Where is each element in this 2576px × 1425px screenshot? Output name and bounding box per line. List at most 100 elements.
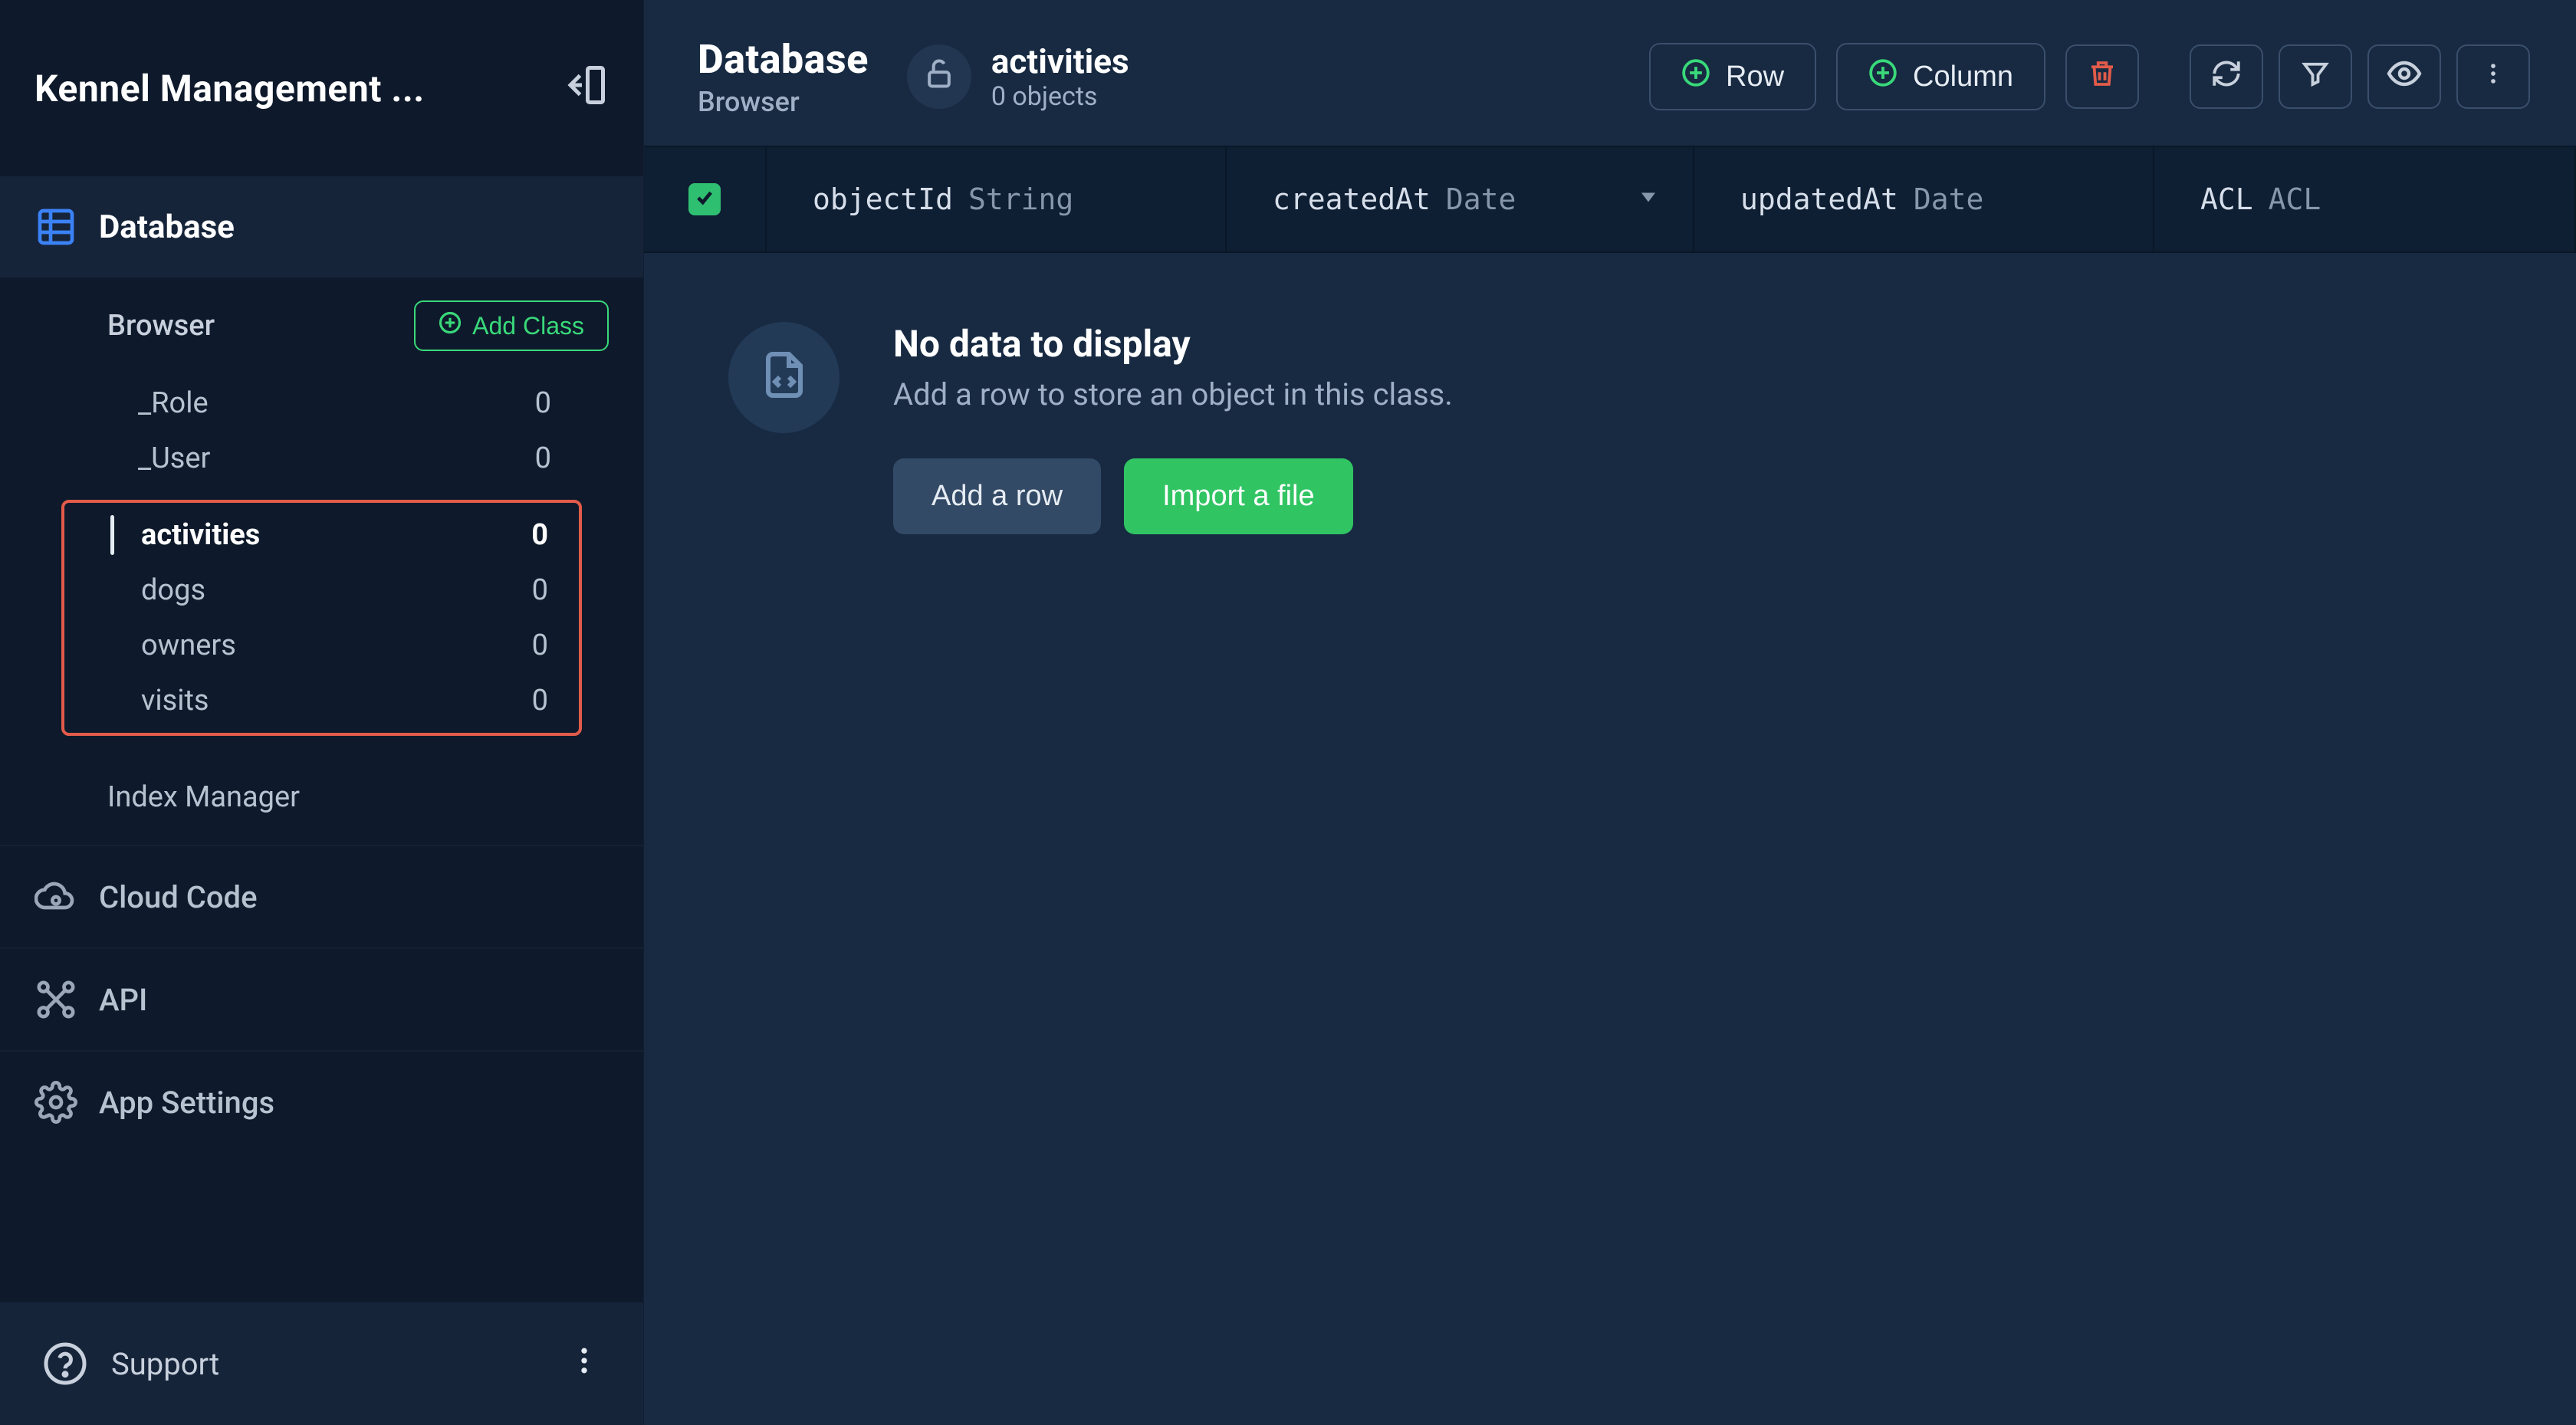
class-count: 0 — [535, 442, 551, 475]
more-vertical-icon — [2480, 57, 2506, 97]
sidebar-item-api[interactable]: API — [0, 949, 643, 1050]
column-type: Date — [1914, 182, 1984, 216]
class-item-activities[interactable]: activities 0 — [64, 507, 579, 563]
eye-icon — [2386, 55, 2423, 98]
support-link[interactable]: Support — [42, 1341, 219, 1387]
index-manager-label: Index Manager — [107, 780, 300, 814]
browser-label[interactable]: Browser — [107, 309, 215, 343]
column-header-updatedat[interactable]: updatedAt Date — [1694, 147, 2154, 251]
class-item-owners[interactable]: owners 0 — [64, 618, 579, 673]
refresh-button[interactable] — [2190, 44, 2263, 109]
main-panel: Database Browser activities 0 objects — [644, 0, 2576, 1425]
add-column-button[interactable]: Column — [1836, 43, 2045, 110]
empty-state-text: No data to display Add a row to store an… — [893, 322, 1453, 534]
empty-state-icon-wrap — [728, 322, 840, 433]
add-column-label: Column — [1913, 61, 2013, 94]
column-name: createdAt — [1273, 182, 1431, 216]
column-type: ACL — [2269, 182, 2321, 216]
column-header-objectid[interactable]: objectId String — [767, 147, 1227, 251]
empty-title: No data to display — [893, 322, 1453, 366]
app-title: Kennel Management ... — [34, 67, 425, 110]
sidebar-item-label: Database — [99, 208, 235, 246]
class-name: owners — [141, 629, 236, 662]
column-name: updatedAt — [1740, 182, 1898, 216]
add-class-label: Add Class — [472, 312, 584, 340]
table-header: objectId String createdAt Date updatedAt… — [644, 146, 2576, 253]
sidebar-header: Kennel Management ... — [0, 0, 643, 176]
class-security-button[interactable] — [907, 44, 971, 109]
empty-import-file-button[interactable]: Import a file — [1124, 458, 1353, 534]
class-name: activities — [141, 518, 260, 552]
column-header-acl[interactable]: ACL ACL — [2154, 147, 2576, 251]
more-vertical-icon — [567, 1354, 601, 1384]
visibility-button[interactable] — [2367, 44, 2441, 109]
page-title: Database — [698, 36, 869, 83]
empty-subtitle: Add a row to store an object in this cla… — [893, 376, 1453, 412]
class-count: 0 — [535, 386, 551, 420]
sidebar-item-label: App Settings — [99, 1085, 274, 1121]
class-item-role[interactable]: _Role 0 — [61, 376, 582, 431]
class-count: 0 — [532, 573, 548, 607]
class-name: visits — [141, 684, 209, 717]
select-all-checkbox[interactable] — [688, 183, 721, 215]
refresh-icon — [2210, 57, 2242, 96]
select-all-cell[interactable] — [644, 147, 767, 251]
sidebar-item-database[interactable]: Database — [0, 176, 643, 277]
sidebar-browser-row: Browser Add Class — [0, 277, 643, 366]
page-subtitle: Browser — [698, 86, 869, 118]
column-header-createdat[interactable]: createdAt Date — [1227, 147, 1694, 251]
class-list-user-highlight: activities 0 dogs 0 owners 0 visits 0 — [61, 500, 582, 736]
sidebar-item-label: Cloud Code — [99, 879, 258, 915]
gear-icon — [34, 1081, 77, 1124]
class-name: _User — [138, 442, 210, 475]
plus-circle-icon — [439, 311, 462, 340]
class-name: _Role — [138, 386, 209, 420]
column-type: Date — [1446, 182, 1516, 216]
class-count: 0 — [531, 518, 548, 552]
class-count: 0 — [532, 684, 548, 717]
add-class-button[interactable]: Add Class — [414, 300, 609, 351]
panel-collapse-icon — [563, 62, 609, 114]
column-name: objectId — [813, 182, 953, 216]
unlock-icon — [922, 57, 956, 97]
sidebar-collapse-button[interactable] — [563, 65, 609, 111]
sidebar-item-label: API — [99, 982, 147, 1018]
plus-circle-icon — [1868, 58, 1898, 95]
topbar-actions: Row Column — [1649, 43, 2530, 110]
plus-circle-icon — [1681, 58, 1710, 95]
file-code-icon — [757, 347, 812, 409]
more-button[interactable] — [2456, 44, 2530, 109]
trash-icon — [2086, 57, 2118, 96]
class-item-user[interactable]: _User 0 — [61, 431, 582, 486]
network-icon — [34, 978, 77, 1021]
empty-add-row-button[interactable]: Add a row — [893, 458, 1101, 534]
sidebar-item-index-manager[interactable]: Index Manager — [0, 750, 643, 845]
delete-button[interactable] — [2065, 44, 2139, 109]
empty-state: No data to display Add a row to store an… — [644, 253, 2576, 603]
class-object-count: 0 objects — [991, 81, 1129, 112]
class-count: 0 — [532, 629, 548, 662]
help-circle-icon — [42, 1341, 88, 1387]
class-chip[interactable]: activities 0 objects — [907, 41, 1129, 112]
cloud-icon — [34, 875, 77, 918]
database-icon — [34, 205, 77, 248]
column-type: String — [968, 182, 1073, 216]
class-item-visits[interactable]: visits 0 — [64, 673, 579, 728]
class-name: activities — [991, 41, 1129, 81]
breadcrumb: Database Browser — [698, 36, 869, 118]
topbar: Database Browser activities 0 objects — [644, 0, 2576, 146]
sidebar-more-button[interactable] — [567, 1344, 601, 1384]
add-row-label: Row — [1726, 61, 1784, 94]
column-name: ACL — [2200, 182, 2253, 216]
sidebar-item-app-settings[interactable]: App Settings — [0, 1052, 643, 1153]
support-label: Support — [111, 1346, 219, 1382]
filter-icon — [2299, 57, 2331, 96]
sort-desc-icon — [1635, 182, 1662, 217]
sidebar-item-cloud-code[interactable]: Cloud Code — [0, 846, 643, 947]
class-list-system: _Role 0 _User 0 — [61, 376, 582, 486]
filter-button[interactable] — [2279, 44, 2352, 109]
sidebar-footer: Support — [0, 1302, 643, 1425]
class-item-dogs[interactable]: dogs 0 — [64, 563, 579, 618]
add-row-button[interactable]: Row — [1649, 43, 1816, 110]
check-icon — [694, 185, 715, 214]
